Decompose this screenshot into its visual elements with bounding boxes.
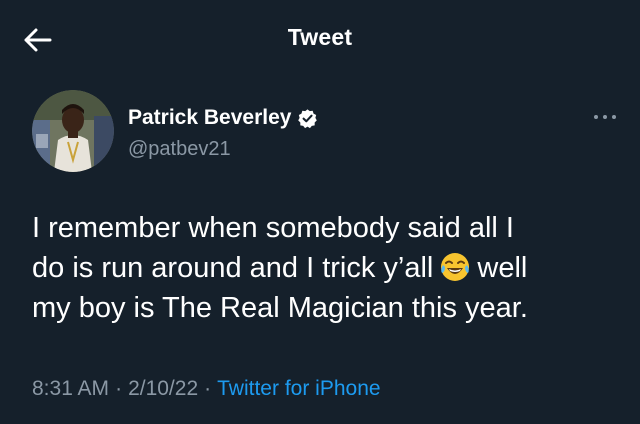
more-horizontal-icon	[594, 115, 616, 119]
face-with-tears-of-joy-icon	[441, 253, 470, 281]
author-handle[interactable]: @patbev21	[128, 138, 231, 161]
verified-badge-icon	[298, 108, 318, 128]
tweet-text-line: do is run around and I trick y’all well	[32, 248, 622, 288]
top-bar: Tweet	[0, 0, 640, 78]
tweet-date: 2/10/22	[128, 377, 199, 400]
tweet-time: 8:31 AM	[32, 377, 110, 400]
author-name-row: Patrick Beverley	[128, 103, 318, 133]
page-title: Tweet	[287, 24, 353, 50]
avatar-photo	[32, 90, 114, 172]
tweet-meta: 8:31 AM · 2/10/22 · Twitter for iPhone	[32, 377, 381, 401]
tweet-text-segment: well	[477, 252, 528, 284]
tweet-text-line: my boy is The Real Magician this year.	[32, 292, 528, 324]
tweet-source-link[interactable]: Twitter for iPhone	[217, 377, 380, 400]
meta-separator: ·	[204, 377, 212, 400]
tweet-text: I remember when somebody said all I do i…	[32, 208, 622, 328]
tweet-text-line: I remember when somebody said all I	[32, 212, 514, 244]
meta-separator: ·	[115, 377, 123, 400]
avatar[interactable]	[32, 90, 114, 172]
more-options-button[interactable]	[588, 107, 622, 127]
tweet-text-segment: do is run around and I trick y’all	[32, 252, 434, 284]
author-display-name[interactable]: Patrick Beverley	[128, 106, 291, 130]
